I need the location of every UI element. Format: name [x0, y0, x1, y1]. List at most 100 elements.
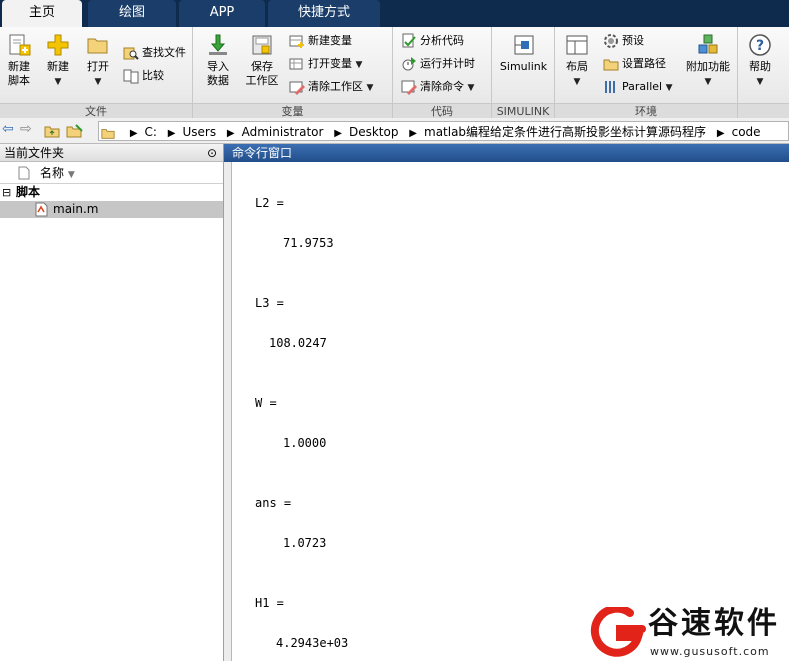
breadcrumb-item[interactable]: Users — [182, 122, 216, 140]
output-line: 4.2943e+03 — [276, 636, 349, 650]
tree-file-item[interactable]: main.m — [0, 201, 223, 218]
analyze-code-label: 分析代码 — [420, 34, 464, 47]
run-and-time-icon — [402, 57, 416, 71]
command-window-title-bar: 命令行窗口 — [224, 144, 789, 162]
addons-label: 附加功能 — [686, 60, 730, 73]
open-button[interactable]: 打开 ▼ — [82, 33, 114, 89]
tree-folder-item[interactable]: ⊟ 脚本 — [0, 184, 223, 201]
gear-icon — [604, 34, 618, 48]
analyze-code-button[interactable]: 分析代码 — [401, 31, 464, 51]
output-line: 71.9753 — [283, 236, 334, 250]
collapse-icon[interactable]: ⊟ — [2, 184, 11, 201]
clear-commands-button[interactable]: 清除命令 ▼ — [401, 77, 474, 97]
run-and-time-button[interactable]: 运行并计时 — [401, 54, 475, 74]
gususoft-watermark: 谷速软件 www.gususoft.com — [590, 607, 789, 661]
command-window-gutter — [224, 162, 232, 661]
compare-button[interactable]: 比较 — [123, 66, 164, 86]
save-workspace-icon — [252, 35, 272, 55]
tab-apps[interactable]: APP — [179, 0, 265, 27]
name-column-header[interactable]: 名称 ▼ — [0, 162, 223, 184]
command-window[interactable]: 命令行窗口 L2 = 71.9753 L3 = 108.0247 W = 1.0… — [224, 144, 789, 661]
help-group: ? 帮助 ▼ — [738, 27, 789, 118]
breadcrumb-item[interactable]: matlab编程给定条件进行高斯投影坐标计算源码程序 — [424, 122, 706, 140]
new-button[interactable]: 新建 ▼ — [42, 33, 74, 89]
output-line: 1.0000 — [283, 436, 327, 450]
parallel-icon — [605, 81, 615, 93]
help-button[interactable]: ? 帮助 ▼ — [744, 33, 776, 89]
browse-folder-icon[interactable] — [66, 123, 84, 139]
output-line: 108.0247 — [269, 336, 327, 350]
layout-button[interactable]: 布局 ▼ — [561, 33, 593, 89]
output-line: L2 = — [255, 196, 284, 210]
tab-shortcuts[interactable]: 快捷方式 — [268, 0, 380, 27]
new-variable-icon — [289, 35, 304, 48]
code-group: 分析代码 运行并计时 清除命令 ▼ 代码 — [393, 27, 492, 118]
addons-button[interactable]: 附加功能 ▼ — [681, 33, 735, 89]
import-data-icon — [209, 34, 227, 55]
addons-cubes-icon — [698, 34, 718, 54]
help-dropdown-icon: ▼ — [756, 77, 764, 87]
open-variable-label: 打开变量 — [308, 57, 352, 70]
root-folder-icon — [101, 128, 115, 139]
output-line: ans = — [255, 496, 292, 510]
output-line: 1.0723 — [283, 536, 327, 550]
simulink-button[interactable]: Simulink — [496, 33, 551, 74]
set-path-label: 设置路径 — [622, 57, 666, 70]
variable-group: 导入 数据 保存 工作区 新建变量 打开变量 ▼ 清除工作区 ▼ 变量 — [193, 27, 393, 118]
breadcrumb-separator-icon: ▶ — [409, 128, 417, 139]
file-type-column-icon — [18, 166, 30, 180]
breadcrumb-item[interactable]: C: — [145, 122, 157, 140]
preferences-button[interactable]: 预设 — [603, 31, 644, 51]
save-workspace-label: 保存 工作区 — [245, 60, 279, 87]
new-label: 新建 — [47, 60, 69, 73]
command-window-title: 命令行窗口 — [232, 146, 293, 160]
new-variable-label: 新建变量 — [308, 34, 352, 47]
layout-icon — [566, 35, 588, 55]
find-files-label: 查找文件 — [142, 46, 186, 59]
ribbon: 新建 脚本 新建 ▼ 打开 ▼ 查找文件 比较 文件 导入 数据 保存 工作区 … — [0, 27, 789, 118]
matlab-window: 主页 绘图 APP 快捷方式 新建 脚本 新建 ▼ 打开 ▼ 查找文件 比较 文… — [0, 0, 789, 661]
set-path-button[interactable]: 设置路径 — [603, 54, 666, 74]
help-question-icon: ? — [749, 34, 771, 56]
up-folder-icon[interactable] — [44, 123, 60, 139]
back-arrow-icon[interactable]: ⇦ — [2, 121, 14, 137]
breadcrumb-item[interactable]: Desktop — [349, 122, 399, 140]
breadcrumb[interactable]: ▶ C: ▶ Users ▶ Administrator ▶ Desktop ▶ matl… — [98, 121, 789, 141]
clear-workspace-button[interactable]: 清除工作区 ▼ — [289, 77, 373, 97]
clear-workspace-dropdown-icon: ▼ — [366, 83, 374, 93]
panel-menu-icon[interactable]: ⊙ — [207, 144, 217, 162]
breadcrumb-item[interactable]: code — [732, 122, 761, 140]
forward-arrow-icon[interactable]: ⇨ — [20, 121, 32, 137]
tab-plots[interactable]: 绘图 — [88, 0, 176, 27]
open-folder-icon — [87, 38, 108, 54]
new-script-button[interactable]: 新建 脚本 — [2, 33, 36, 88]
variable-group-title: 变量 — [193, 103, 392, 118]
output-line: W = — [255, 396, 277, 410]
output-line: L3 = — [255, 296, 284, 310]
new-script-icon — [9, 34, 31, 56]
import-data-button[interactable]: 导入 数据 — [201, 33, 235, 88]
new-script-label: 新建 脚本 — [8, 60, 30, 87]
open-variable-button[interactable]: 打开变量 ▼ — [289, 54, 362, 74]
find-files-icon — [123, 47, 139, 60]
ribbon-tab-bar: 主页 绘图 APP 快捷方式 — [0, 0, 789, 28]
layout-label: 布局 — [566, 60, 588, 73]
breadcrumb-separator-icon: ▶ — [226, 128, 235, 139]
file-group: 新建 脚本 新建 ▼ 打开 ▼ 查找文件 比较 文件 — [0, 27, 193, 118]
tab-home[interactable]: 主页 — [2, 0, 82, 28]
parallel-button[interactable]: Parallel ▼ — [603, 77, 673, 97]
breadcrumb-separator-icon: ▶ — [167, 128, 176, 139]
set-path-icon — [603, 59, 619, 71]
address-bar: ⇦ ⇨ ▶ C: ▶ Users ▶ Administrator ▶ Desktop ▶… — [0, 118, 789, 144]
environment-group-title: 环境 — [555, 103, 737, 118]
new-variable-button[interactable]: 新建变量 — [289, 31, 352, 51]
parallel-dropdown-icon: ▼ — [665, 83, 673, 93]
breadcrumb-separator-icon: ▶ — [334, 128, 342, 139]
new-dropdown-icon: ▼ — [54, 77, 62, 87]
open-variable-dropdown-icon: ▼ — [355, 60, 363, 70]
breadcrumb-item[interactable]: Administrator — [242, 122, 324, 140]
compare-label: 比较 — [142, 69, 164, 82]
save-workspace-button[interactable]: 保存 工作区 — [243, 33, 281, 88]
addons-dropdown-icon: ▼ — [704, 77, 712, 87]
find-files-button[interactable]: 查找文件 — [123, 43, 186, 63]
